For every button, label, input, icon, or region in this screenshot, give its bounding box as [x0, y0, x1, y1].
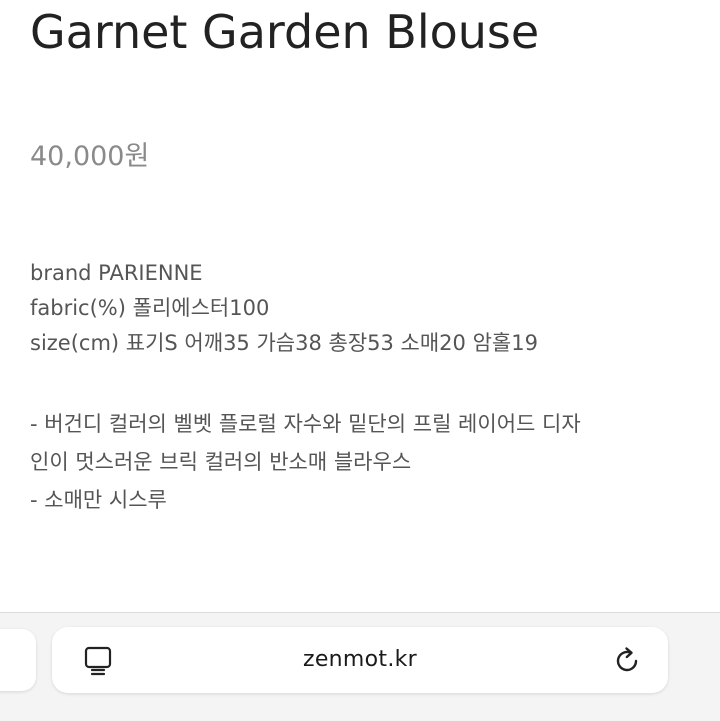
previous-tab-card[interactable]: [0, 629, 36, 691]
browser-bottom-bar: zenmot.kr: [0, 612, 720, 721]
description-line: - 소매만 시스루: [30, 488, 167, 512]
description-line: 인이 멋스러운 브릭 컬러의 반소매 블라우스: [30, 450, 412, 474]
size-line: size(cm) 표기S 어깨35 가슴38 총장53 소매20 암홀19: [30, 331, 538, 355]
details-spacer: [30, 361, 700, 405]
product-page: Garnet Garden Blouse 40,000원 brand PARIE…: [0, 0, 720, 612]
url-text[interactable]: zenmot.kr: [52, 627, 668, 693]
fabric-line: fabric(%) 폴리에스터100: [30, 296, 270, 320]
brand-line: brand PARIENNE: [30, 261, 203, 285]
product-title: Garnet Garden Blouse: [30, 5, 540, 59]
product-details: brand PARIENNE fabric(%) 폴리에스터100 size(c…: [30, 256, 700, 519]
reload-icon[interactable]: [612, 646, 642, 676]
description-line: - 버건디 컬러의 벨벳 플로럴 자수와 밑단의 프릴 레이어드 디자: [30, 412, 581, 436]
product-price: 40,000원: [30, 141, 150, 172]
address-bar[interactable]: zenmot.kr: [52, 627, 668, 693]
